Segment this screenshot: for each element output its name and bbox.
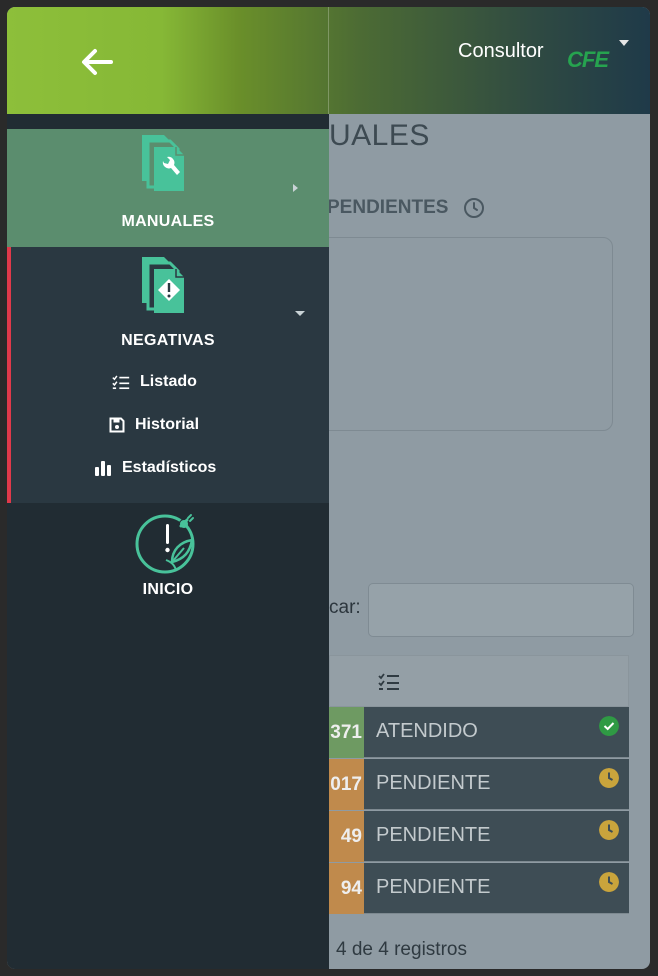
- sidebar-item-negativas[interactable]: NEGATIVAS Listado Historial Estadísticos: [7, 247, 329, 503]
- sidebar-item-inicio[interactable]: INICIO: [7, 509, 329, 609]
- logo-text: CFE: [567, 47, 609, 72]
- submenu-item-label: Historial: [135, 416, 200, 433]
- record-id: 371: [329, 707, 364, 758]
- checklist-icon: [378, 673, 399, 690]
- save-icon: [109, 417, 125, 433]
- leaf-plug-icon: [135, 514, 195, 574]
- table-row[interactable]: 017 PENDIENTE: [329, 759, 629, 810]
- top-header: Consultor CFE: [7, 7, 650, 114]
- header-divider: [328, 7, 329, 114]
- warning-document-icon: [142, 257, 184, 313]
- clock-icon: [464, 198, 484, 218]
- table-row[interactable]: 49 PENDIENTE: [329, 811, 629, 862]
- check-circle-icon: [599, 716, 619, 736]
- submenu-item-label: Estadísticos: [122, 459, 217, 476]
- chevron-down-icon: [295, 311, 305, 316]
- sidebar: MANUALES NEGATIVAS Listado Historial Est…: [7, 114, 329, 969]
- checklist-icon: [112, 375, 130, 389]
- cfe-logo: CFE: [567, 47, 611, 81]
- submenu-item-content: Historial: [109, 407, 199, 443]
- record-id: 94: [329, 863, 364, 914]
- record-status: ATENDIDO: [364, 707, 629, 758]
- clock-icon: [599, 820, 619, 840]
- sidebar-item-label: INICIO: [142, 581, 194, 598]
- submenu-item-listado[interactable]: Listado: [11, 364, 329, 400]
- page-title: UALES: [329, 119, 430, 152]
- clock-icon: [599, 768, 619, 788]
- submenu-item-content: Estadísticos: [94, 450, 216, 486]
- wrench-document-icon: [142, 135, 184, 191]
- user-role-label[interactable]: Consultor: [458, 40, 544, 63]
- pending-heading: PENDIENTES: [327, 197, 449, 218]
- submenu-item-estadisticos[interactable]: Estadísticos: [11, 450, 329, 486]
- table-row[interactable]: 94 PENDIENTE: [329, 863, 629, 914]
- clock-icon: [599, 872, 619, 892]
- sidebar-item-label: NEGATIVAS: [121, 332, 215, 349]
- user-menu-caret-icon[interactable]: [619, 40, 629, 46]
- records-table: 371 ATENDIDO 017 PENDIENTE 49 PENDIENTE …: [329, 655, 629, 917]
- sidebar-item-manuales[interactable]: MANUALES: [7, 129, 329, 247]
- record-status: PENDIENTE: [364, 811, 629, 862]
- record-status: PENDIENTE: [364, 863, 629, 914]
- chevron-right-icon: [293, 184, 298, 192]
- submenu-item-historial[interactable]: Historial: [11, 407, 329, 443]
- app-window: UALES PENDIENTES car: 371 ATENDIDO 017 P…: [7, 7, 650, 969]
- record-id: 017: [329, 759, 364, 810]
- submenu-item-label: Listado: [140, 373, 197, 390]
- pagination-info: 4 de 4 registros: [336, 939, 467, 960]
- record-id: 49: [329, 811, 364, 862]
- back-arrow-icon[interactable]: [77, 45, 117, 79]
- search-label: car:: [329, 597, 361, 618]
- table-row[interactable]: 371 ATENDIDO: [329, 707, 629, 758]
- search-input[interactable]: [368, 583, 634, 637]
- record-status: PENDIENTE: [364, 759, 629, 810]
- table-header: [329, 655, 629, 707]
- submenu-item-content: Listado: [112, 364, 197, 400]
- summary-card: [297, 237, 613, 431]
- sidebar-item-label: MANUALES: [121, 213, 215, 230]
- bar-chart-icon: [95, 461, 111, 476]
